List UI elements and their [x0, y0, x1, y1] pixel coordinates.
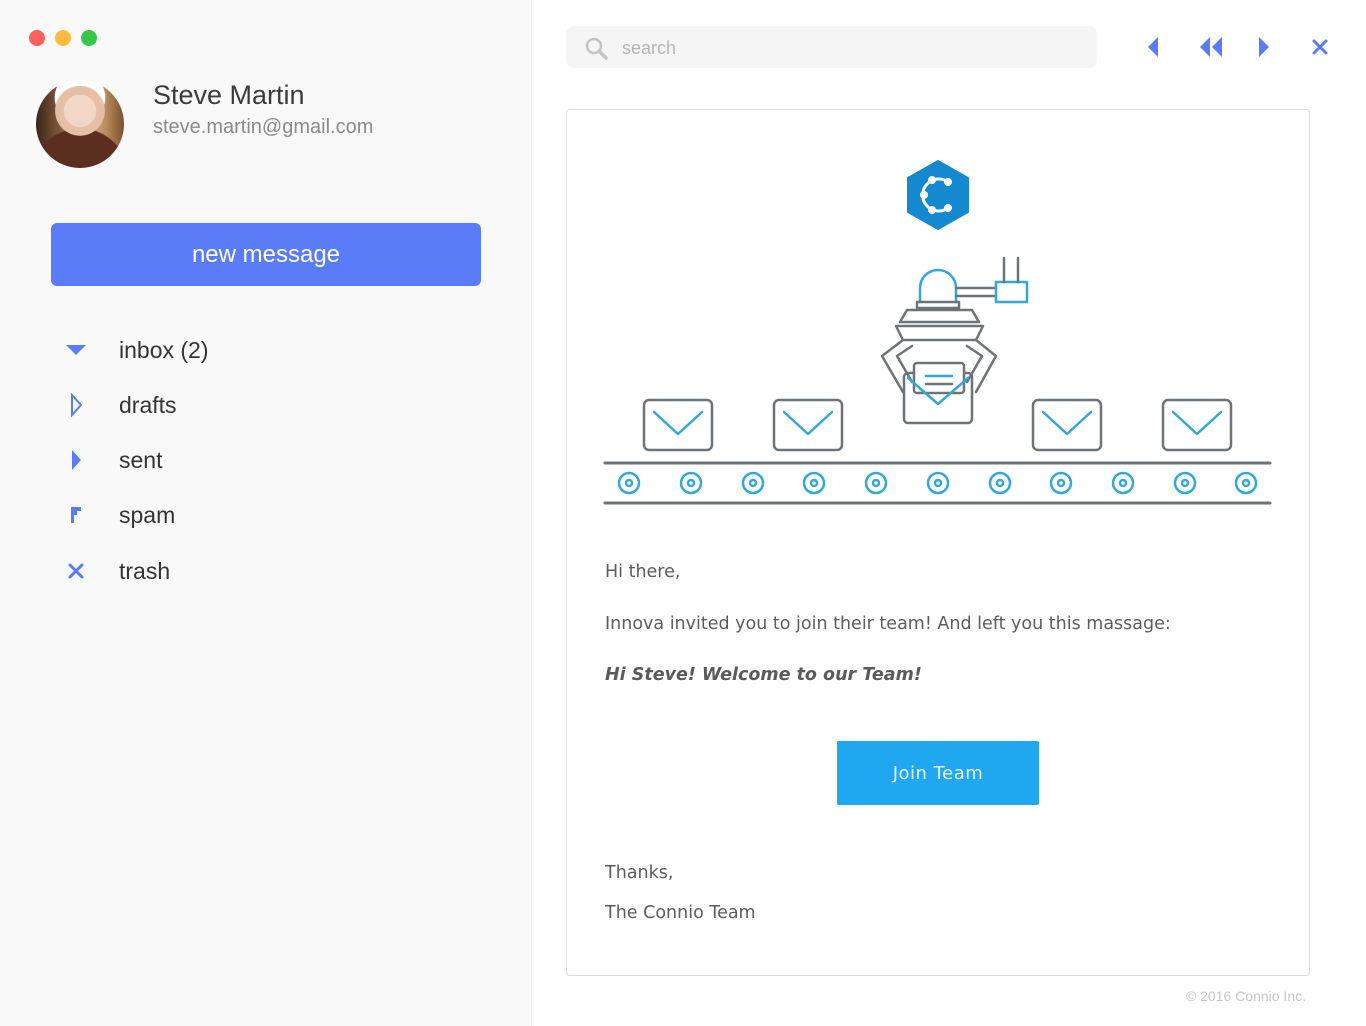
avatar[interactable] [36, 80, 124, 168]
reply-icon [1148, 37, 1158, 57]
window-controls [29, 30, 97, 46]
maximize-window-button[interactable] [81, 30, 97, 46]
message-signature: The Connio Team [605, 903, 756, 923]
message-greeting: Hi there, [605, 562, 681, 582]
message-quote: Hi Steve! Welcome to our Team! [605, 665, 922, 685]
sidebar-item-label: spam [119, 501, 176, 528]
user-name: Steve Martin [153, 80, 305, 110]
close-window-button[interactable] [29, 30, 45, 46]
close-message-button[interactable] [1307, 34, 1333, 60]
copyright-footer: © 2016 Connio Inc. [1185, 988, 1306, 1004]
sidebar-item-drafts[interactable]: drafts [64, 385, 484, 425]
sidebar-item-label: inbox (2) [119, 336, 209, 363]
forward-icon [1259, 37, 1269, 57]
forward-button[interactable] [1251, 34, 1277, 60]
connio-logo-icon [907, 160, 969, 230]
new-message-button[interactable]: new message [51, 223, 481, 286]
minimize-window-button[interactable] [55, 30, 71, 46]
sidebar-item-label: trash [119, 557, 171, 584]
search-icon [585, 37, 608, 60]
triangle-down-icon [64, 338, 88, 362]
search-bar [566, 26, 1097, 70]
sidebar-item-trash[interactable]: trash [64, 551, 484, 591]
message-card [566, 109, 1310, 976]
close-icon [1312, 39, 1328, 55]
reply-button[interactable] [1140, 34, 1166, 60]
triangle-right-outline-icon [64, 393, 88, 417]
sidebar-item-sent[interactable]: sent [64, 440, 484, 480]
sidebar: Steve Martin steve.martin@gmail.com new … [0, 0, 532, 1026]
search-input[interactable] [620, 26, 1084, 70]
triangle-right-icon [64, 448, 88, 472]
flag-icon [64, 503, 88, 527]
sidebar-item-label: drafts [119, 391, 177, 418]
reply-all-icon [1200, 37, 1222, 57]
message-signoff: Thanks, [605, 863, 674, 883]
message-body: Innova invited you to join their team! A… [605, 614, 1171, 634]
close-icon [64, 559, 88, 583]
reply-all-button[interactable] [1198, 34, 1224, 60]
sidebar-item-label: sent [119, 446, 163, 473]
conveyor-illustration [603, 256, 1272, 505]
sidebar-item-inbox[interactable]: inbox (2) [64, 330, 484, 370]
sidebar-item-spam[interactable]: spam [64, 495, 484, 535]
join-team-button[interactable]: Join Team [837, 741, 1039, 805]
user-email: steve.martin@gmail.com [153, 116, 374, 138]
